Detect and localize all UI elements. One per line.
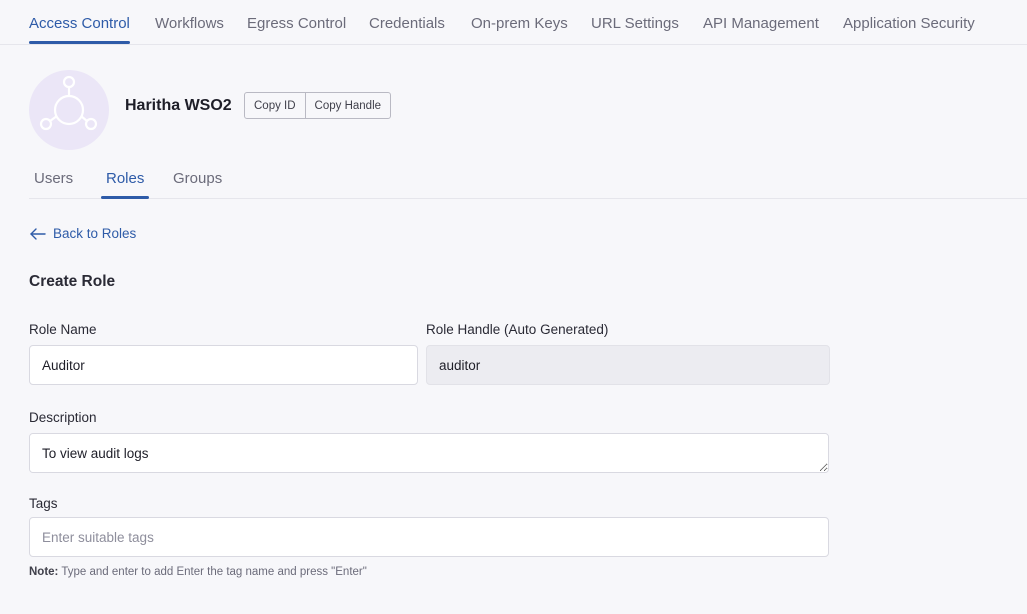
tab-application-security[interactable]: Application Security [843, 15, 975, 32]
tab-api-management[interactable]: API Management [703, 15, 819, 32]
role-name-input[interactable] [29, 345, 418, 385]
back-to-roles-link[interactable]: Back to Roles [29, 226, 136, 241]
tab-egress-control[interactable]: Egress Control [247, 15, 346, 32]
tags-note: Note: Type and enter to add Enter the ta… [29, 566, 367, 578]
description-textarea[interactable]: To view audit logs [29, 433, 829, 473]
note-text: Type and enter to add Enter the tag name… [61, 566, 367, 578]
description-label: Description [29, 410, 97, 425]
role-handle-input [426, 345, 830, 385]
tab-users[interactable]: Users [34, 170, 73, 187]
copy-handle-button[interactable]: Copy Handle [304, 93, 390, 118]
org-avatar [29, 70, 109, 150]
tags-label: Tags [29, 496, 58, 511]
tab-on-prem-keys[interactable]: On-prem Keys [471, 15, 568, 32]
role-name-label: Role Name [29, 322, 97, 337]
arrow-left-icon [30, 227, 46, 240]
tab-roles[interactable]: Roles [100, 170, 150, 199]
top-nav-tabs: Access Control Workflows Egress Control … [0, 0, 1027, 45]
page-title: Create Role [29, 273, 116, 290]
org-name: Haritha WSO2 [125, 97, 232, 114]
back-link-label: Back to Roles [53, 226, 137, 241]
tab-url-settings[interactable]: URL Settings [591, 15, 679, 32]
copy-id-button[interactable]: Copy ID [245, 93, 305, 118]
tab-credentials[interactable]: Credentials [369, 15, 445, 32]
tab-workflows[interactable]: Workflows [155, 15, 224, 32]
note-prefix: Note: [29, 566, 59, 578]
role-handle-label: Role Handle (Auto Generated) [426, 322, 609, 337]
network-nodes-icon [39, 75, 98, 131]
copy-button-group: Copy ID Copy Handle [244, 92, 392, 119]
tab-access-control[interactable]: Access Control [29, 15, 130, 44]
sub-nav-tabs: Users Roles Groups [29, 160, 1027, 199]
tags-input[interactable] [29, 517, 829, 557]
tab-groups[interactable]: Groups [173, 170, 222, 187]
